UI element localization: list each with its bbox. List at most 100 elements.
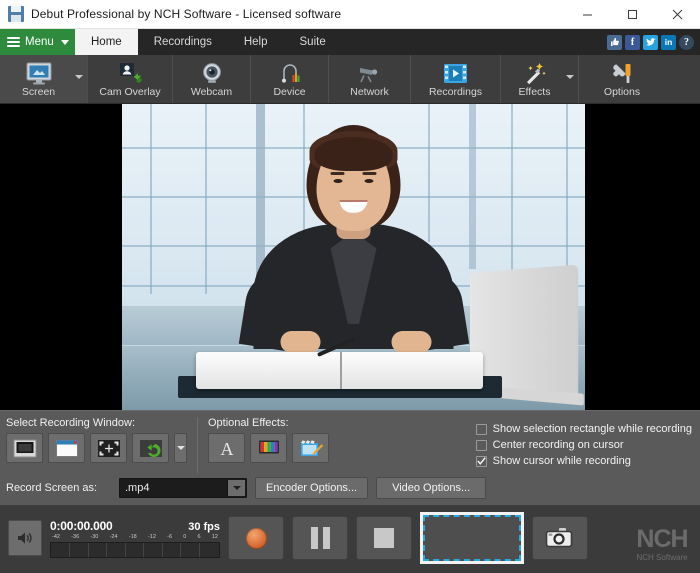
recording-time: 0:00:00.000 [50, 518, 113, 533]
checkbox-center-recording-on-cursor[interactable]: Center recording on cursor [475, 439, 692, 451]
meter-tick: 0 [183, 533, 187, 540]
chevron-down-icon[interactable] [227, 479, 245, 496]
tab-suite[interactable]: Suite [284, 29, 342, 55]
ribbon-options-button[interactable]: Options [579, 55, 665, 103]
region-button[interactable] [90, 433, 127, 463]
ribbon-network-button[interactable]: Network [329, 55, 411, 103]
window-button[interactable] [48, 433, 85, 463]
snapshot-button[interactable] [532, 516, 588, 560]
film-play-icon [443, 61, 468, 85]
facebook-icon[interactable]: f [625, 34, 640, 50]
optional-effects-label: Optional Effects: [208, 417, 289, 429]
recording-window-dropdown[interactable] [174, 433, 187, 463]
overlay-effects-button[interactable] [292, 433, 329, 463]
full-screen-button[interactable] [6, 433, 43, 463]
ribbon-device-button[interactable]: Device [251, 55, 329, 103]
stop-button[interactable] [356, 516, 412, 560]
meter-tick: 12 [211, 533, 218, 540]
window-title: Debut Professional by NCH Software - Lic… [31, 7, 342, 21]
ribbon-webcam-label: Webcam [190, 85, 233, 98]
window-controls [565, 0, 700, 28]
control-panel: Select Recording Window: Optional Effect… [0, 410, 700, 505]
meter-tick: -24 [109, 533, 118, 540]
chevron-down-icon[interactable] [75, 75, 83, 79]
speaker-icon [18, 532, 32, 544]
svg-text:A: A [220, 439, 233, 458]
ribbon-screen-button[interactable]: Screen [0, 55, 88, 103]
color-effects-button[interactable] [250, 433, 287, 463]
close-icon[interactable] [655, 0, 700, 28]
selection-preview[interactable] [420, 512, 524, 564]
menu-bar: Menu Home Recordings Help Suite f in ? [0, 29, 700, 55]
tab-help[interactable]: Help [228, 29, 284, 55]
chevron-down-icon[interactable] [566, 75, 574, 79]
menu-button-label: Menu [25, 36, 54, 48]
ribbon-effects-button[interactable]: Effects [501, 55, 579, 103]
meter-tick: -36 [71, 533, 80, 540]
help-icon[interactable]: ? [679, 34, 694, 50]
video-preview[interactable] [0, 104, 700, 410]
minimize-icon[interactable] [565, 0, 610, 28]
maximize-icon[interactable] [610, 0, 655, 28]
ribbon-toolbar: Screen Cam Overlay Webcam Device Network… [0, 55, 700, 104]
meter-tick: -30 [90, 533, 99, 540]
meter-scale: -42 -36 -30 -24 -18 -12 -6 0 6 12 [50, 534, 220, 541]
debut-app-window: Debut Professional by NCH Software - Lic… [0, 0, 700, 573]
recording-options-checkboxes: Show selection rectangle while recording… [475, 417, 694, 473]
check-icon [476, 457, 486, 465]
record-screen-as-label: Record Screen as: [6, 481, 98, 494]
ribbon-recordings-label: Recordings [428, 85, 483, 98]
nch-logo-text: NCH Software [636, 552, 688, 562]
last-region-button[interactable] [132, 433, 169, 463]
person [238, 124, 469, 354]
audio-level-bar [50, 541, 220, 558]
record-button[interactable] [228, 516, 284, 560]
hamburger-icon [7, 37, 20, 47]
meter-tick: -12 [147, 533, 156, 540]
transport-bar: 0:00:00.000 30 fps -42 -36 -30 -24 -18 -… [0, 505, 700, 573]
checkbox-show-selection-rectangle[interactable]: Show selection rectangle while recording [475, 423, 692, 435]
webcam-icon [200, 61, 224, 85]
checkbox-box[interactable] [475, 423, 487, 435]
divider [197, 417, 198, 473]
selection-rectangle-icon [423, 515, 521, 561]
format-select[interactable]: .mp4 [119, 477, 247, 498]
meter-tick: -6 [167, 533, 173, 540]
tools-icon [610, 61, 635, 85]
pause-button[interactable] [292, 516, 348, 560]
ribbon-webcam-button[interactable]: Webcam [173, 55, 251, 103]
menu-button[interactable]: Menu [0, 29, 75, 55]
ribbon-screen-label: Screen [21, 85, 56, 98]
meter-tick: -42 [52, 533, 60, 540]
tab-home[interactable]: Home [75, 29, 138, 55]
checkbox-box[interactable] [475, 439, 487, 451]
thumbs-up-icon[interactable] [607, 34, 622, 50]
title-bar: Debut Professional by NCH Software - Lic… [0, 0, 700, 29]
ribbon-cam-overlay-button[interactable]: Cam Overlay [88, 55, 173, 103]
format-row: Record Screen as: .mp4 Encoder Options..… [0, 476, 700, 505]
record-icon [245, 527, 267, 549]
ribbon-effects-label: Effects [518, 85, 551, 98]
checkbox-box[interactable] [475, 455, 487, 467]
audio-meter: 0:00:00.000 30 fps -42 -36 -30 -24 -18 -… [50, 519, 220, 558]
optional-effects-group: Optional Effects: A [208, 417, 329, 473]
encoder-options-button[interactable]: Encoder Options... [255, 476, 369, 499]
checkbox-label: Show selection rectangle while recording [492, 423, 692, 435]
chevron-down-icon [60, 39, 69, 45]
monitor-icon [26, 61, 52, 85]
linkedin-icon[interactable]: in [661, 34, 676, 50]
volume-button[interactable] [8, 520, 42, 556]
pause-icon [310, 527, 330, 549]
device-icon [278, 61, 302, 85]
tab-recordings[interactable]: Recordings [138, 29, 228, 55]
ribbon-cam-overlay-label: Cam Overlay [99, 85, 161, 98]
ribbon-device-label: Device [273, 85, 306, 98]
meter-tick: -18 [128, 533, 137, 540]
checkbox-show-cursor-while-recording[interactable]: Show cursor while recording [475, 455, 692, 467]
twitter-icon[interactable] [643, 34, 658, 50]
text-caption-button[interactable]: A [208, 433, 245, 463]
stop-icon [374, 528, 394, 548]
camera-icon [545, 528, 573, 548]
video-options-button[interactable]: Video Options... [376, 476, 487, 499]
ribbon-recordings-button[interactable]: Recordings [411, 55, 501, 103]
